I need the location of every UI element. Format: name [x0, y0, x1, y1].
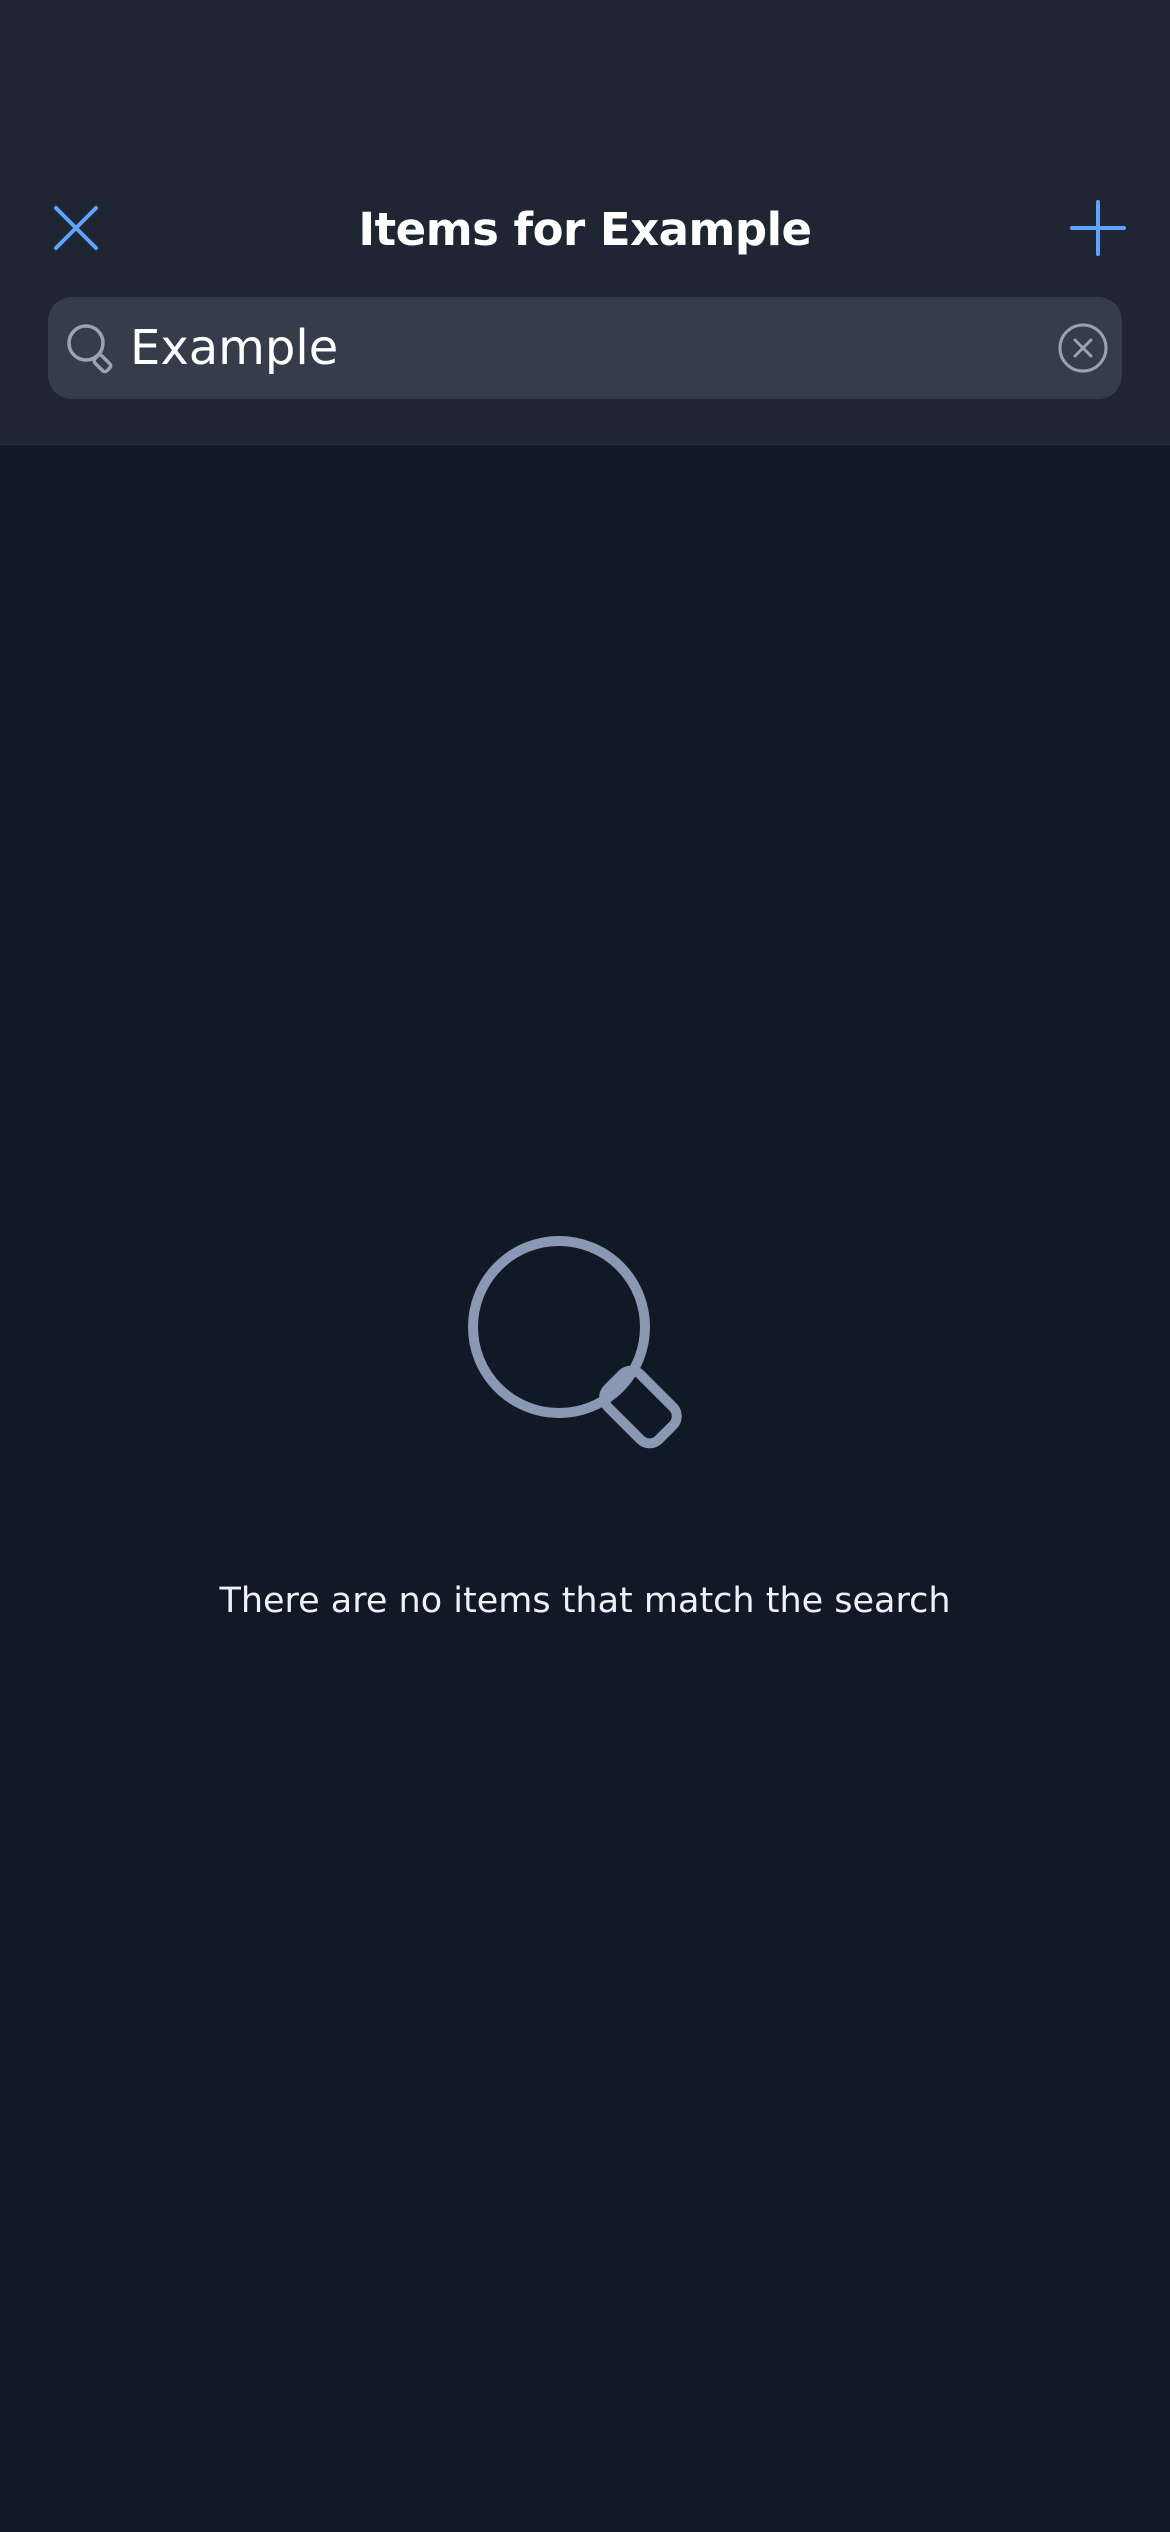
- search-icon: [67, 324, 113, 374]
- search-input[interactable]: [130, 309, 1030, 387]
- add-item-button[interactable]: [1056, 186, 1140, 270]
- plus-icon: [1070, 200, 1126, 256]
- search-bar: [48, 297, 1122, 399]
- close-icon: [54, 206, 98, 250]
- page-title: Items for Example: [358, 203, 812, 256]
- empty-state-magnifier-icon: [468, 1236, 682, 1449]
- top-bar: Items for Example: [0, 0, 1170, 445]
- empty-state-message: There are no items that match the search: [219, 1581, 951, 1621]
- clear-search-button[interactable]: [1056, 321, 1110, 375]
- close-button[interactable]: [36, 188, 116, 268]
